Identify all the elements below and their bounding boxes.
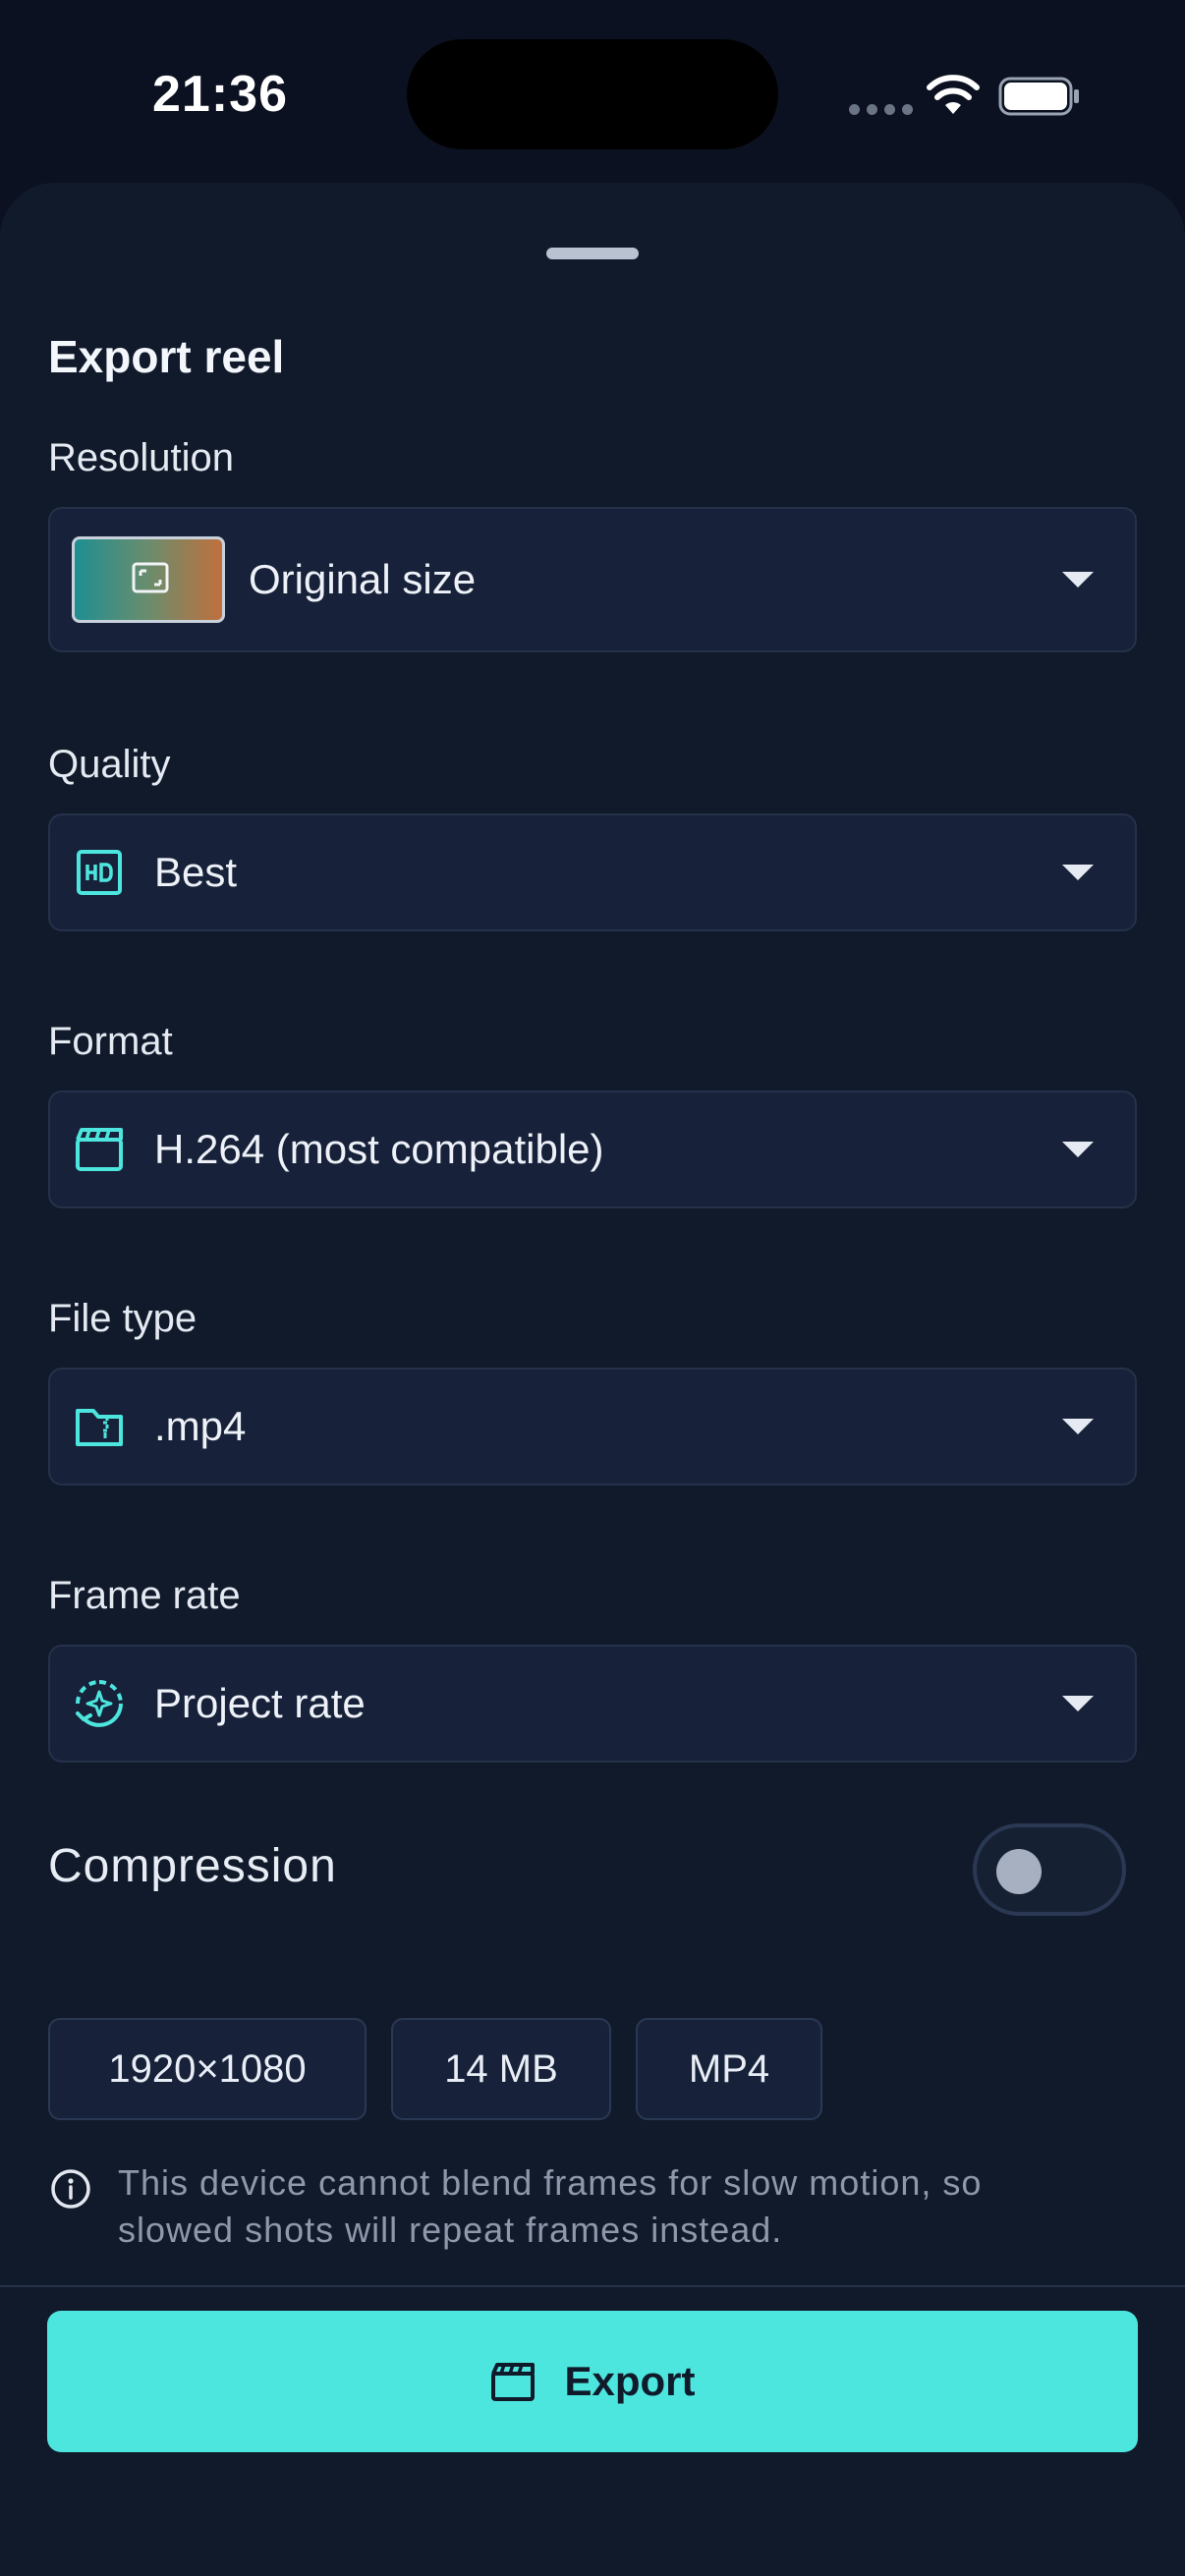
frame-rate-value: Project rate <box>154 1680 366 1726</box>
quality-label: Quality <box>48 743 171 786</box>
hd-icon <box>77 850 122 895</box>
sparkle-refresh-icon <box>76 1680 123 1727</box>
resolution-chip: 1920×1080 <box>48 2018 367 2120</box>
dynamic-island <box>407 39 778 149</box>
toggle-knob <box>996 1849 1042 1894</box>
export-sheet: Export reel Resolution Original size Qua… <box>0 183 1185 2576</box>
compression-toggle[interactable] <box>973 1823 1126 1916</box>
quality-value: Best <box>154 849 238 895</box>
file-type-label: File type <box>48 1297 198 1340</box>
sheet-title: Export reel <box>48 331 285 382</box>
footer-divider <box>0 2285 1185 2287</box>
export-button-label: Export <box>564 2358 696 2404</box>
format-value: H.264 (most compatible) <box>154 1126 604 1172</box>
frame-icon <box>132 562 169 593</box>
format-chip: MP4 <box>636 2018 822 2120</box>
format-select[interactable]: H.264 (most compatible) <box>48 1091 1137 1208</box>
file-type-select[interactable]: .mp4 <box>48 1368 1137 1485</box>
wifi-icon <box>927 75 980 114</box>
slow-motion-notice: This device cannot blend frames for slow… <box>118 2162 983 2250</box>
file-type-value: .mp4 <box>154 1403 247 1449</box>
frame-rate-label: Frame rate <box>48 1574 241 1617</box>
file-size-chip: 14 MB <box>391 2018 611 2120</box>
quality-select[interactable]: Best <box>48 813 1137 931</box>
info-icon <box>51 2169 90 2209</box>
status-bar: 21:36 <box>0 0 1185 187</box>
status-time: 21:36 <box>152 66 288 123</box>
chevron-down-icon <box>1062 572 1094 588</box>
battery-icon <box>998 77 1079 116</box>
chevron-down-icon <box>1062 1419 1094 1434</box>
sheet-grabber[interactable] <box>546 248 639 259</box>
chevron-down-icon <box>1062 1142 1094 1157</box>
resolution-select[interactable]: Original size <box>48 507 1137 652</box>
chevron-down-icon <box>1062 865 1094 880</box>
clapperboard-icon <box>491 2363 536 2401</box>
frame-rate-select[interactable]: Project rate <box>48 1645 1137 1763</box>
image-thumbnail-icon <box>72 536 225 623</box>
clapperboard-icon <box>76 1128 123 1171</box>
resolution-value: Original size <box>249 556 477 602</box>
export-button[interactable]: Export <box>47 2311 1138 2452</box>
cellular-signal-icon <box>849 104 913 115</box>
format-label: Format <box>48 1020 173 1063</box>
resolution-label: Resolution <box>48 436 235 479</box>
folder-zip-icon <box>76 1409 123 1446</box>
compression-label: Compression <box>48 1840 337 1892</box>
chevron-down-icon <box>1062 1696 1094 1711</box>
